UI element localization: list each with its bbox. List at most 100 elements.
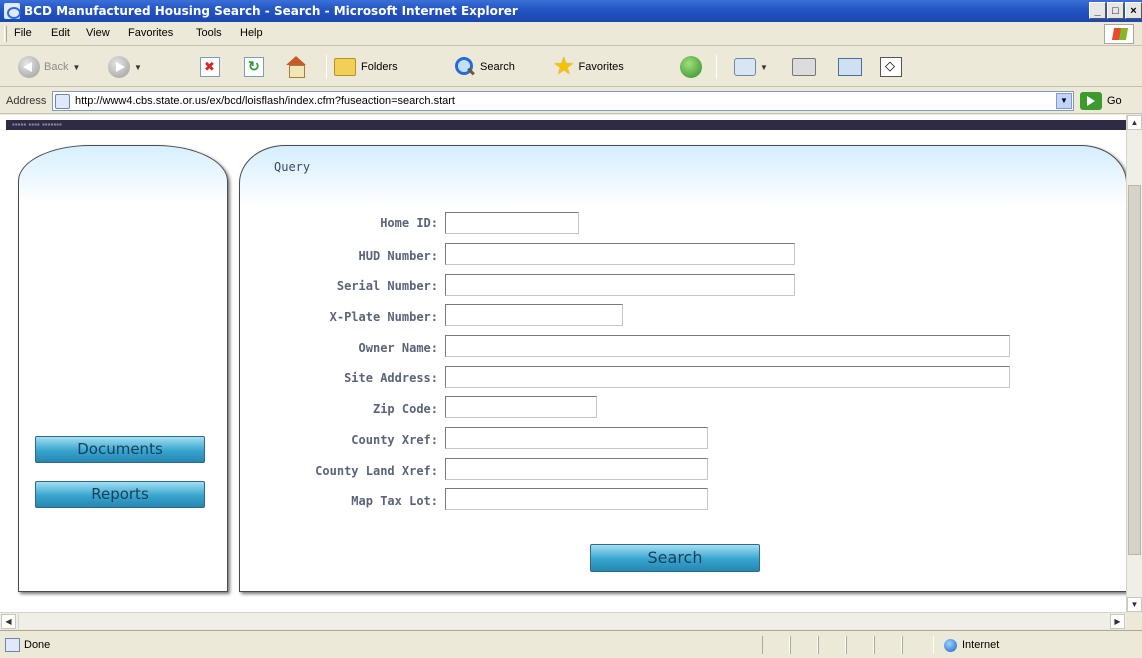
print-button[interactable] — [792, 53, 816, 81]
scroll-right-icon[interactable]: ▶ — [1110, 614, 1125, 629]
menu-favorites[interactable]: Favorites — [128, 27, 173, 39]
internet-zone-icon — [944, 639, 957, 652]
chevron-down-icon[interactable]: ▼ — [72, 63, 80, 72]
status-bar: Done Internet — [0, 630, 1142, 658]
query-title: Query — [274, 160, 311, 174]
address-bar: Address http://www4.cbs.state.or.us/ex/b… — [0, 88, 1142, 114]
status-pane — [902, 636, 934, 654]
address-input[interactable]: http://www4.cbs.state.or.us/ex/bcd/loisf… — [52, 91, 1074, 111]
forward-icon — [108, 56, 130, 78]
edit-icon — [838, 58, 862, 76]
hud-number-label: HUD Number: — [358, 249, 438, 263]
folders-button[interactable]: Folders — [334, 53, 398, 81]
messenger-button[interactable] — [880, 53, 902, 81]
refresh-button[interactable] — [244, 53, 264, 81]
page-icon — [55, 94, 70, 109]
toolbar-separator — [716, 55, 717, 79]
zip-code-label: Zip Code: — [372, 402, 438, 416]
home-icon — [284, 56, 308, 78]
menu-file[interactable]: File — [14, 27, 32, 39]
stop-icon — [200, 57, 220, 77]
address-url[interactable]: http://www4.cbs.state.or.us/ex/bcd/loisf… — [75, 95, 455, 107]
stop-button[interactable] — [200, 53, 220, 81]
browser-content: ▪▪▪▪▪ ▪▪▪▪ ▪▪▪▪▪▪▪ Documents Reports Que… — [0, 115, 1142, 612]
status-pane — [790, 636, 818, 654]
close-button[interactable]: × — [1125, 2, 1142, 19]
print-icon — [792, 58, 816, 76]
x-plate-number-input[interactable] — [445, 304, 623, 326]
site-address-label: Site Address: — [344, 371, 438, 385]
hud-number-input[interactable] — [445, 243, 795, 265]
back-label: Back — [44, 61, 69, 73]
menu-view[interactable]: View — [86, 27, 110, 39]
mail-button[interactable]: ▼ — [734, 53, 768, 81]
menu-bar: File Edit View Favorites Tools Help — [0, 22, 1142, 46]
menubar-grip — [4, 26, 7, 42]
reports-button[interactable]: Reports — [35, 481, 205, 508]
horizontal-scroll-thumb[interactable] — [18, 614, 1098, 629]
security-zone-label: Internet — [962, 639, 1000, 651]
messenger-icon — [880, 57, 902, 77]
refresh-icon — [244, 57, 264, 77]
favorites-label: Favorites — [578, 61, 624, 73]
media-button[interactable] — [680, 53, 702, 81]
x-plate-number-label: X-Plate Number: — [329, 310, 438, 324]
scroll-left-icon[interactable]: ◀ — [1, 614, 16, 629]
go-arrow-icon — [1080, 92, 1102, 110]
county-land-xref-label: County Land Xref: — [315, 464, 438, 478]
address-dropdown-icon[interactable]: ▼ — [1056, 93, 1072, 109]
menu-help[interactable]: Help — [240, 27, 263, 39]
ie-app-icon[interactable] — [4, 3, 21, 19]
home-button[interactable] — [284, 53, 308, 81]
address-label: Address — [6, 95, 47, 107]
media-icon — [680, 56, 702, 78]
status-text: Done — [24, 639, 51, 651]
owner-name-label: Owner Name: — [358, 341, 438, 355]
chevron-down-icon[interactable]: ▼ — [760, 63, 768, 72]
folders-label: Folders — [361, 61, 398, 73]
status-pane — [846, 636, 874, 654]
menu-tools[interactable]: Tools — [196, 27, 222, 39]
home-id-label: Home ID: — [380, 216, 438, 230]
owner-name-input[interactable] — [445, 335, 1010, 357]
favorites-star-icon: ★ — [553, 53, 575, 80]
minimize-button[interactable]: _ — [1089, 2, 1106, 19]
serial-number-input[interactable] — [445, 274, 795, 296]
back-button[interactable]: Back ▼ — [18, 53, 80, 81]
status-pane — [818, 636, 846, 654]
zip-code-input[interactable] — [445, 396, 597, 418]
search-toolbar-button[interactable]: Search — [455, 53, 515, 81]
map-tax-lot-label: Map Tax Lot: — [351, 494, 438, 508]
status-pane — [874, 636, 902, 654]
maximize-button[interactable]: □ — [1107, 2, 1124, 19]
map-tax-lot-input[interactable] — [445, 488, 708, 510]
search-button[interactable]: Search — [590, 544, 760, 572]
scroll-up-icon[interactable]: ▲ — [1127, 115, 1142, 130]
window-controls: _ □ × — [1089, 2, 1142, 19]
menu-edit[interactable]: Edit — [51, 27, 70, 39]
site-address-input[interactable] — [445, 366, 1010, 388]
scroll-down-icon[interactable]: ▼ — [1127, 597, 1142, 612]
home-id-input[interactable] — [445, 212, 579, 234]
favorites-button[interactable]: ★ Favorites — [553, 53, 624, 81]
page-done-icon — [5, 638, 20, 652]
window-title: BCD Manufactured Housing Search - Search… — [24, 4, 518, 18]
vertical-scrollbar[interactable]: ▲ ▼ — [1126, 115, 1142, 612]
county-xref-input[interactable] — [445, 427, 708, 449]
go-button[interactable]: Go — [1080, 92, 1122, 110]
window-title-bar: BCD Manufactured Housing Search - Search… — [0, 0, 1142, 22]
mail-icon — [734, 58, 756, 76]
search-toolbar-label: Search — [480, 61, 515, 73]
county-land-xref-input[interactable] — [445, 458, 708, 480]
search-icon — [455, 57, 475, 77]
county-xref-label: County Xref: — [351, 433, 438, 447]
toolbar-separator — [326, 55, 327, 79]
edit-button[interactable] — [838, 53, 862, 81]
folders-icon — [334, 58, 356, 76]
horizontal-scrollbar[interactable]: ◀ ▶ — [0, 612, 1126, 629]
chevron-down-icon[interactable]: ▼ — [134, 63, 142, 72]
documents-button[interactable]: Documents — [35, 436, 205, 463]
left-nav-panel: Documents Reports — [18, 145, 228, 592]
vertical-scroll-thumb[interactable] — [1128, 185, 1141, 555]
forward-button[interactable]: ▼ — [108, 53, 142, 81]
